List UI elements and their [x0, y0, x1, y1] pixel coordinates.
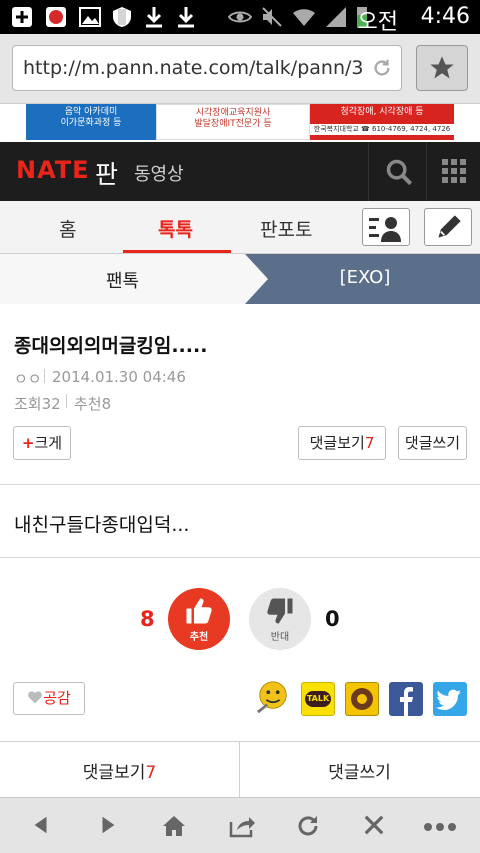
bottom-comments-count: 7	[145, 763, 157, 783]
post-date: 2014.01.30 04:46	[52, 368, 186, 386]
eye-icon	[228, 11, 252, 23]
bookmark-button[interactable]	[416, 45, 468, 91]
oppose-button[interactable]: 반대	[249, 588, 311, 650]
site-header: NATE 판 동영상	[0, 142, 480, 201]
download-icon	[146, 7, 162, 28]
bottom-view-comments-label: 댓글보기	[82, 763, 146, 783]
recommend-button[interactable]: 추천	[168, 588, 230, 650]
shield-icon	[113, 7, 131, 27]
heart-icon	[28, 691, 43, 704]
twitter-share-button[interactable]	[433, 682, 467, 716]
banner-ad-segment-2: 시각장애교육지원사 발달장애IT전문가 등	[156, 104, 310, 140]
search-icon[interactable]	[385, 158, 413, 186]
oppose-count: 0	[325, 607, 340, 631]
thumbs-down-icon	[267, 598, 293, 624]
twitter-icon	[436, 689, 461, 710]
plus-icon: +	[21, 434, 35, 452]
kakaostory-icon	[351, 688, 373, 710]
font-size-button[interactable]: +크게	[13, 426, 71, 460]
banner-ad-phone: 한국복지대학교 ☎ 610-4769, 4724, 4726	[310, 124, 454, 135]
tab-active-indicator	[123, 250, 231, 253]
tab-photo[interactable]: 판포토	[260, 215, 312, 242]
signal-icon	[326, 7, 346, 27]
share-icon[interactable]	[229, 814, 255, 838]
mute-icon	[262, 7, 282, 27]
my-page-button[interactable]	[362, 208, 410, 246]
write-comment-button[interactable]: 댓글쓰기	[398, 426, 467, 460]
download-icon	[178, 7, 194, 28]
bottom-write-comment-button[interactable]: 댓글쓰기	[240, 758, 479, 783]
star-icon	[430, 56, 454, 79]
app-icon	[46, 7, 66, 27]
url-text: http://m.pann.nate.com/talk/pann/3	[23, 57, 364, 79]
recommend-count: 8	[140, 607, 155, 631]
pencil-icon	[438, 215, 461, 238]
post-title: 종대의외의머글킹임.....	[14, 335, 208, 357]
divider	[0, 557, 480, 558]
thumbs-up-icon	[186, 598, 212, 624]
divider	[0, 484, 480, 485]
sub-nav: 팬톡 [EXO]	[0, 254, 480, 304]
browser-navbar	[0, 797, 480, 853]
kakaotalk-share-button[interactable]: TALK	[301, 682, 335, 716]
url-field[interactable]: http://m.pann.nate.com/talk/pann/3	[12, 45, 402, 91]
nate-logo[interactable]: NATE	[16, 156, 90, 184]
post-recommends: 추천8	[74, 395, 112, 413]
meta-separator	[66, 394, 67, 408]
video-link[interactable]: 동영상	[134, 160, 184, 186]
forward-icon[interactable]	[97, 814, 119, 836]
bottom-view-comments-button[interactable]: 댓글보기7	[0, 758, 239, 783]
subnav-fantalk[interactable]: 팬톡	[0, 267, 245, 293]
image-icon	[79, 7, 101, 27]
view-comments-button[interactable]: 댓글보기7	[298, 426, 386, 460]
profile-list-icon	[369, 217, 401, 242]
refresh-icon[interactable]	[296, 814, 320, 838]
add-icon	[12, 7, 32, 27]
view-comments-label: 댓글보기	[309, 434, 365, 452]
post-views: 조회32	[14, 395, 61, 413]
bottom-comment-bar: 댓글보기7 댓글쓰기	[0, 741, 480, 798]
status-time: 4:46	[420, 4, 470, 29]
subnav-category[interactable]: [EXO]	[290, 267, 440, 288]
comments-count: 7	[364, 434, 375, 452]
close-icon[interactable]	[363, 814, 385, 836]
kakaotalk-icon: TALK	[305, 691, 331, 707]
tab-talk[interactable]: 톡톡	[158, 215, 193, 242]
facebook-icon	[400, 687, 413, 716]
more-icon[interactable]	[423, 822, 457, 832]
like-button[interactable]: 공감	[13, 682, 85, 715]
banner-ad[interactable]: 음악 아카데미 이가문화과정 등 시각장애교육지원사 발달장애IT전문가 등 청…	[0, 104, 480, 142]
oppose-label: 반대	[270, 632, 290, 643]
font-size-label: 크게	[34, 434, 63, 452]
grid-menu-icon[interactable]	[442, 159, 466, 183]
main-tabs: 홈 톡톡 판포토	[0, 201, 480, 254]
banner-ad-segment-1: 음악 아카데미 이가문화과정 등	[26, 104, 156, 140]
status-lang: 오전	[357, 10, 398, 35]
kakaostory-share-button[interactable]	[345, 682, 379, 716]
post-body: 내친구들다종대입덕...	[14, 514, 190, 536]
header-divider	[368, 142, 369, 201]
post-author: ㅇㅇ	[14, 370, 42, 388]
browser-toolbar: http://m.pann.nate.com/talk/pann/3	[0, 34, 480, 104]
tab-home[interactable]: 홈	[59, 215, 76, 242]
status-bar: 오전 4:46	[0, 0, 480, 35]
write-button[interactable]	[424, 208, 472, 246]
banner-ad-text: 청각장애, 시각장애 등	[340, 107, 424, 117]
facebook-share-button[interactable]	[389, 682, 423, 716]
meta-separator	[44, 369, 45, 383]
back-icon[interactable]	[30, 814, 52, 836]
pann-logo[interactable]: 판	[95, 155, 118, 191]
reload-icon[interactable]	[371, 57, 393, 79]
recommend-label: 추천	[189, 632, 209, 643]
home-icon[interactable]	[162, 814, 186, 838]
like-label: 공감	[43, 689, 71, 707]
header-divider	[426, 142, 427, 201]
banner-ad-segment-3: 청각장애, 시각장애 등 한국복지대학교 ☎ 610-4769, 4724, 4…	[310, 104, 454, 140]
emoticon-icon[interactable]	[256, 680, 290, 714]
wifi-icon	[293, 9, 315, 26]
